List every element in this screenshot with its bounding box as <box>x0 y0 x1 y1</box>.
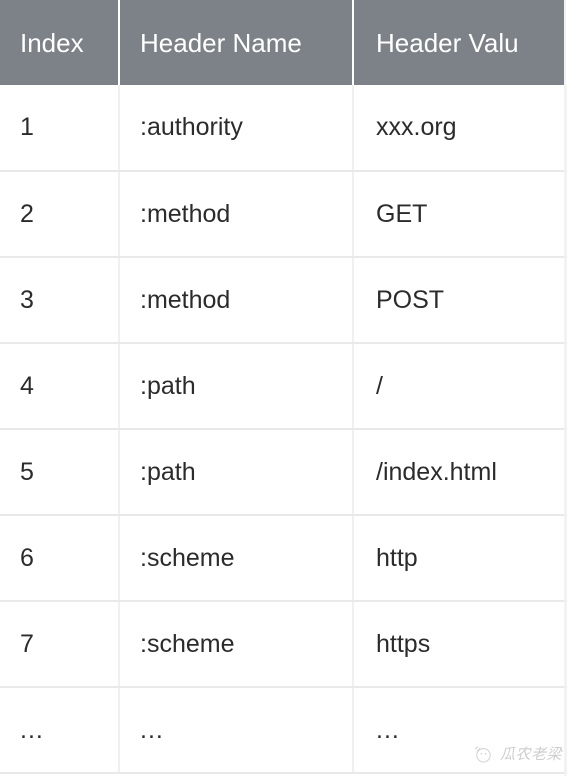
cell-header-name: :scheme <box>119 601 354 688</box>
column-header-header-value-label: Header Valu <box>376 27 519 58</box>
cell-header-value: xxx.org <box>353 85 567 172</box>
cell-index: 3 <box>0 257 120 344</box>
cell-header-name: :path <box>119 343 354 430</box>
table-row[interactable]: ... ... ... <box>0 687 567 774</box>
cell-header-value: POST <box>353 257 567 344</box>
table-row[interactable]: 4 :path / <box>0 343 567 430</box>
cell-index: 5 <box>0 429 120 516</box>
table-row[interactable]: 3 :method POST <box>0 257 567 344</box>
table-row[interactable]: 5 :path /index.html <box>0 429 567 516</box>
static-table-container: Index Header Name Header Valu 1 :authori… <box>0 0 570 776</box>
cell-header-value: https <box>353 601 567 688</box>
cell-index: 6 <box>0 515 120 602</box>
cell-index: 1 <box>0 85 120 172</box>
cell-header-value: ... <box>353 687 567 774</box>
column-header-header-name[interactable]: Header Name <box>119 0 354 85</box>
cell-header-name: :method <box>119 171 354 258</box>
table-row[interactable]: 6 :scheme http <box>0 515 567 602</box>
cell-index: 4 <box>0 343 120 430</box>
hpack-static-table: Index Header Name Header Valu 1 :authori… <box>0 0 567 774</box>
table-row[interactable]: 2 :method GET <box>0 171 567 258</box>
cell-header-name: :method <box>119 257 354 344</box>
cell-header-name: :scheme <box>119 515 354 602</box>
cell-index: 7 <box>0 601 120 688</box>
cell-header-name: :authority <box>119 85 354 172</box>
cell-index: 2 <box>0 171 120 258</box>
column-header-index-label: Index <box>20 27 84 58</box>
cell-header-value: / <box>353 343 567 430</box>
cell-index: ... <box>0 687 120 774</box>
cell-header-value: http <box>353 515 567 602</box>
column-header-header-value[interactable]: Header Valu <box>353 0 566 85</box>
cell-header-name: ... <box>119 687 354 774</box>
table-body: 1 :authority xxx.org 2 :method GET 3 :me… <box>0 85 567 774</box>
column-header-header-name-label: Header Name <box>140 27 302 58</box>
cell-header-name: :path <box>119 429 354 516</box>
column-header-index[interactable]: Index <box>0 0 120 85</box>
cell-header-value: GET <box>353 171 567 258</box>
cell-header-value: /index.html <box>353 429 567 516</box>
table-header-row: Index Header Name Header Valu <box>0 0 566 85</box>
table-row[interactable]: 1 :authority xxx.org <box>0 85 567 172</box>
table-header: Index Header Name Header Valu <box>0 0 566 85</box>
table-row[interactable]: 7 :scheme https <box>0 601 567 688</box>
